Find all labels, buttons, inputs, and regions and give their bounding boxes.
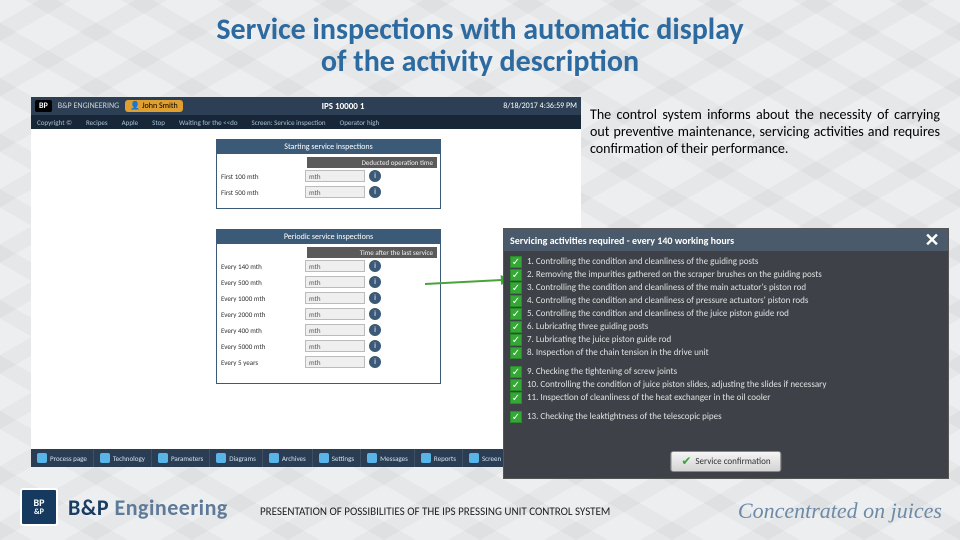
- checkbox-icon[interactable]: ✓: [510, 282, 522, 294]
- menu-recipes[interactable]: Recipes: [86, 118, 108, 127]
- checkbox-icon[interactable]: ✓: [510, 366, 522, 378]
- footer-caption: PRESENTATION OF POSSIBILITIES OF THE IPS…: [260, 505, 610, 518]
- value-field[interactable]: mth: [305, 186, 365, 198]
- panel-starting-inspections: Starting service inspections Deducted op…: [216, 139, 441, 209]
- popup-title-text: Servicing activities required - every 14…: [510, 234, 734, 247]
- list-item: ✓5. Controlling the condition and cleanl…: [510, 307, 942, 320]
- brand-text: B&P Engineering: [68, 494, 228, 521]
- table-row: First 500 mth mth i: [217, 184, 440, 200]
- list-item: ✓10. Controlling the condition of juice …: [510, 378, 942, 391]
- settings-icon: [319, 453, 329, 463]
- checkbox-icon[interactable]: ✓: [510, 347, 522, 359]
- process-icon: [37, 453, 47, 463]
- footer-logo-block: BP&P B&P Engineering: [20, 488, 228, 526]
- info-icon[interactable]: i: [369, 186, 381, 198]
- list-item: ✓11. Inspection of cleanliness of the he…: [510, 391, 942, 404]
- timestamp: 8/18/2017 4:36:59 PM: [503, 101, 577, 111]
- taskbar-archives[interactable]: Archives: [263, 449, 313, 467]
- list-item: ✓3. Controlling the condition and cleanl…: [510, 281, 942, 294]
- info-icon[interactable]: i: [369, 356, 381, 368]
- list-item: ✓7. Lubricating the juice piston guide r…: [510, 333, 942, 346]
- checkbox-icon[interactable]: ✓: [510, 295, 522, 307]
- page-title: Service inspections with automatic displ…: [0, 14, 960, 77]
- list-item: ✓8. Inspection of the chain tension in t…: [510, 346, 942, 359]
- brand-short-icon: BP: [35, 100, 52, 112]
- table-row: First 100 mth mth i: [217, 168, 440, 184]
- list-item: ✓4. Controlling the condition and cleanl…: [510, 294, 942, 307]
- app-window: BP B&P ENGINEERING 👤 John Smith IPS 1000…: [31, 97, 581, 467]
- list-item: ✓1. Controlling the condition and cleanl…: [510, 255, 942, 268]
- messages-icon: [367, 453, 377, 463]
- taskbar-technology[interactable]: Technology: [94, 449, 152, 467]
- popup-list: ✓1. Controlling the condition and cleanl…: [504, 251, 948, 423]
- checkbox-icon[interactable]: ✓: [510, 321, 522, 333]
- app-taskbar: Process page Technology Parameters Diagr…: [31, 449, 581, 467]
- checkbox-icon[interactable]: ✓: [510, 256, 522, 268]
- panel-periodic-subheader: Time after the last service: [307, 247, 437, 258]
- title-line1: Service inspections with automatic displ…: [0, 14, 960, 46]
- technology-icon: [100, 453, 110, 463]
- info-icon[interactable]: i: [369, 276, 381, 288]
- parameters-icon: [158, 453, 168, 463]
- app-menubar: Copyright © Recipes Apple Stop Waiting f…: [31, 115, 581, 129]
- taskbar-settings[interactable]: Settings: [313, 449, 361, 467]
- taskbar-diagrams[interactable]: Diagrams: [210, 449, 263, 467]
- checkbox-icon[interactable]: ✓: [510, 308, 522, 320]
- checkbox-icon[interactable]: ✓: [510, 334, 522, 346]
- table-row: Every 5 yearsmthi: [217, 354, 440, 370]
- menu-copyright[interactable]: Copyright ©: [37, 118, 72, 127]
- table-row: Every 400 mthmthi: [217, 322, 440, 338]
- description-text: The control system informs about the nec…: [590, 106, 940, 157]
- checkbox-icon[interactable]: ✓: [510, 392, 522, 404]
- menu-operator[interactable]: Operator high: [340, 118, 380, 127]
- table-row: Every 140 mthmthi: [217, 258, 440, 274]
- popup-titlebar: Servicing activities required - every 14…: [504, 229, 948, 251]
- info-icon[interactable]: i: [369, 324, 381, 336]
- table-row: Every 500 mthmthi: [217, 274, 440, 290]
- taskbar-messages[interactable]: Messages: [361, 449, 415, 467]
- value-field[interactable]: mth: [305, 170, 365, 182]
- archives-icon: [269, 453, 279, 463]
- taskbar-parameters[interactable]: Parameters: [152, 449, 210, 467]
- user-badge[interactable]: 👤 John Smith: [125, 100, 183, 112]
- app-titlebar: BP B&P ENGINEERING 👤 John Smith IPS 1000…: [31, 97, 581, 115]
- menu-screen[interactable]: Screen: Service inspection: [252, 118, 326, 127]
- info-icon[interactable]: i: [369, 292, 381, 304]
- brand-name: B&P ENGINEERING: [58, 101, 119, 111]
- title-line2: of the activity description: [0, 46, 960, 78]
- info-icon[interactable]: i: [369, 260, 381, 272]
- taskbar-process[interactable]: Process page: [31, 449, 94, 467]
- panel-periodic-inspections: Periodic service inspections Time after …: [216, 229, 441, 384]
- checkbox-icon[interactable]: ✓: [510, 379, 522, 391]
- close-icon[interactable]: ✕: [922, 230, 942, 250]
- list-item: ✓6. Lubricating three guiding posts: [510, 320, 942, 333]
- slogan-text: Concentrated on juices: [738, 498, 942, 524]
- screensaver-icon: [469, 453, 479, 463]
- menu-stop[interactable]: Stop: [152, 118, 165, 127]
- list-item: ✓2. Removing the impurities gathered on …: [510, 268, 942, 281]
- list-item: ✓13. Checking the leaktightness of the t…: [510, 410, 942, 423]
- reports-icon: [421, 453, 431, 463]
- panel-periodic-header: Periodic service inspections: [217, 230, 440, 244]
- checkbox-icon[interactable]: ✓: [510, 411, 522, 423]
- table-row: Every 5000 mthmthi: [217, 338, 440, 354]
- table-row: Every 1000 mthmthi: [217, 290, 440, 306]
- table-row: Every 2000 mthmthi: [217, 306, 440, 322]
- checkbox-icon[interactable]: ✓: [510, 269, 522, 281]
- info-icon[interactable]: i: [369, 340, 381, 352]
- service-confirmation-button[interactable]: ✔ Service confirmation: [670, 451, 781, 472]
- check-icon: ✔: [681, 454, 691, 469]
- panel-starting-subheader: Deducted operation time: [307, 157, 437, 168]
- diagrams-icon: [216, 453, 226, 463]
- menu-waiting[interactable]: Waiting for the <<do: [179, 118, 238, 127]
- info-icon[interactable]: i: [369, 308, 381, 320]
- menu-apple[interactable]: Apple: [122, 118, 139, 127]
- panel-starting-header: Starting service inspections: [217, 140, 440, 154]
- list-item: ✓9. Checking the tightening of screw joi…: [510, 365, 942, 378]
- app-center-title: IPS 10000 1: [189, 101, 498, 112]
- taskbar-reports[interactable]: Reports: [415, 449, 463, 467]
- popup-servicing-activities: Servicing activities required - every 14…: [503, 228, 949, 479]
- logo-icon: BP&P: [20, 488, 58, 526]
- info-icon[interactable]: i: [369, 170, 381, 182]
